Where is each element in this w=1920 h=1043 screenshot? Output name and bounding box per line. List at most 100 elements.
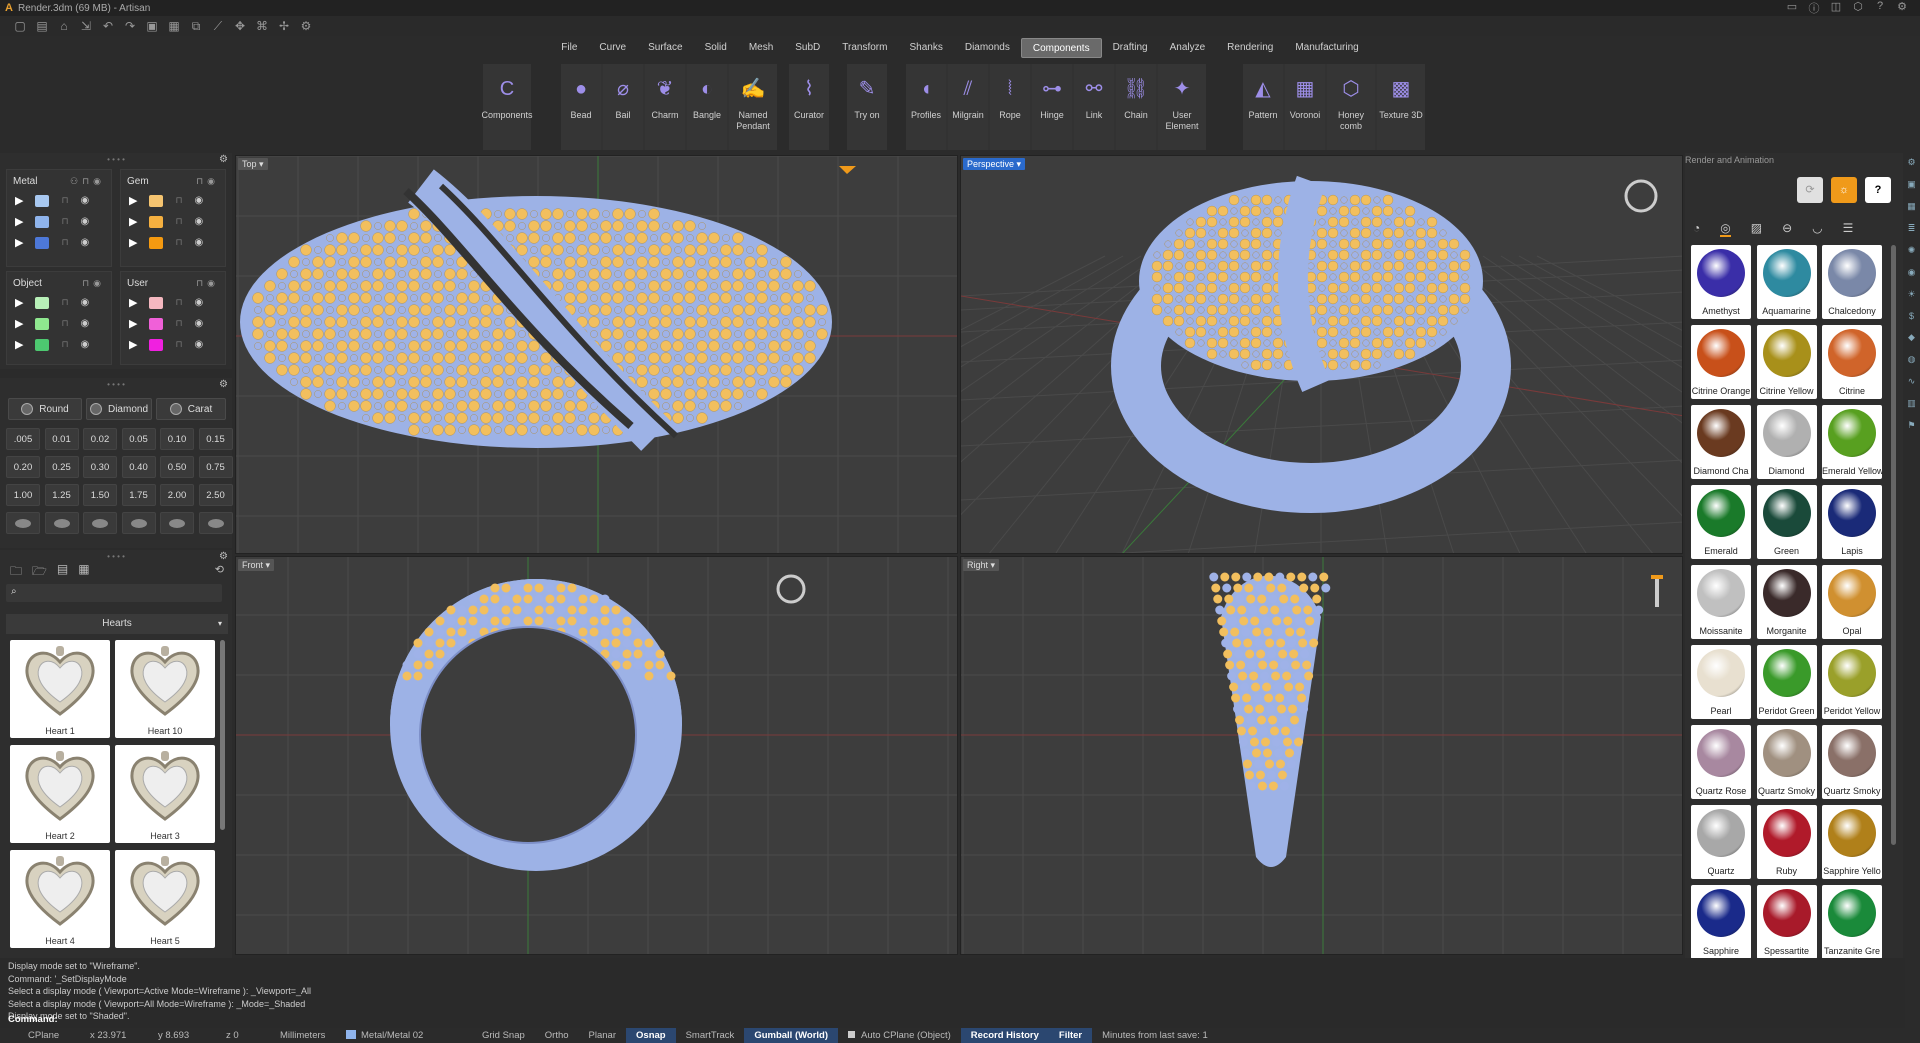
material-swatch[interactable]: Sapphire Yello: [1822, 805, 1882, 879]
menu-solid[interactable]: Solid: [694, 38, 738, 58]
ribbon-bangle-button[interactable]: ◐ Bangle: [687, 64, 727, 150]
material-swatch[interactable]: Quartz Smoky: [1822, 725, 1882, 799]
play-icon[interactable]: ▶: [15, 296, 23, 309]
status-toggle-osnap[interactable]: Osnap: [626, 1028, 676, 1043]
eye-icon[interactable]: ◉: [81, 339, 90, 350]
viewport-label-right[interactable]: Right ▾: [963, 559, 1000, 571]
lock-icon[interactable]: ⊓: [175, 216, 182, 227]
light-icon[interactable]: ✺: [1908, 245, 1916, 256]
material-swatch[interactable]: Quartz: [1691, 805, 1751, 879]
layer-row[interactable]: ▶ ⊓ ◉: [7, 232, 111, 253]
grid-icon[interactable]: ▦: [1907, 201, 1916, 212]
tab-materials-icon[interactable]: ◎: [1720, 221, 1731, 237]
material-swatch[interactable]: Tanzanite Gre: [1822, 885, 1882, 958]
menu-analyze[interactable]: Analyze: [1159, 38, 1217, 58]
status-toggle-smarttrack[interactable]: SmartTrack: [676, 1028, 745, 1043]
ribbon-components-button[interactable]: C Components: [481, 64, 533, 150]
eye-icon[interactable]: ◉: [195, 339, 204, 350]
ribbon-voronoi-button[interactable]: ▦ Voronoi: [1285, 64, 1325, 150]
palette-icon[interactable]: ◍: [1908, 354, 1916, 365]
viewport-right[interactable]: Right ▾: [960, 556, 1683, 955]
play-icon[interactable]: ▶: [15, 338, 23, 351]
folder-edit-icon[interactable]: ▤: [57, 562, 68, 583]
minimize-icon[interactable]: ▭: [1784, 0, 1800, 16]
play-icon[interactable]: ▶: [129, 338, 137, 351]
material-swatch[interactable]: Quartz Rose: [1691, 725, 1751, 799]
play-icon[interactable]: ▶: [15, 317, 23, 330]
carat-size-button[interactable]: 1.75: [121, 484, 156, 506]
play-icon[interactable]: ▶: [15, 236, 23, 249]
lock-icon[interactable]: ⊓: [61, 318, 68, 329]
current-layer[interactable]: Metal/Metal 02: [336, 1028, 472, 1043]
menu-shanks[interactable]: Shanks: [898, 38, 953, 58]
library-scrollbar[interactable]: [220, 640, 225, 830]
library-item[interactable]: Heart 10: [115, 640, 215, 738]
material-swatch[interactable]: Diamond Cha: [1691, 405, 1751, 479]
layer-color-swatch[interactable]: [35, 236, 50, 249]
ribbon-hinge-button[interactable]: ⊶ Hinge: [1032, 64, 1072, 150]
settings-icon[interactable]: ⚙: [1894, 0, 1910, 16]
menu-file[interactable]: File: [550, 38, 588, 58]
play-icon[interactable]: ▶: [129, 194, 137, 207]
carat-size-button[interactable]: 0.25: [44, 456, 79, 478]
library-search-input[interactable]: ⌕: [6, 584, 222, 602]
gem-type-round-button[interactable]: Round: [8, 398, 82, 420]
status-toggle-filter[interactable]: Filter: [1048, 1028, 1093, 1043]
eye-icon[interactable]: ◉: [195, 216, 204, 227]
lock-icon[interactable]: ⊓: [61, 237, 68, 248]
material-swatch[interactable]: Quartz Smoky: [1756, 725, 1817, 799]
menu-manufacturing[interactable]: Manufacturing: [1284, 38, 1369, 58]
material-swatch[interactable]: Moissanite: [1691, 565, 1751, 639]
ribbon-profiles-button[interactable]: ◖ Profiles: [906, 64, 946, 150]
layer-color-swatch[interactable]: [149, 317, 164, 330]
library-item[interactable]: Heart 4: [10, 850, 110, 948]
box-icon[interactable]: ◫: [1828, 0, 1844, 16]
carat-size-button[interactable]: 1.00: [6, 484, 40, 506]
layer-row[interactable]: ▶ ⊓ ◉: [7, 190, 111, 211]
info-icon[interactable]: ⓘ: [1806, 0, 1822, 16]
carat-size-button[interactable]: 0.01: [44, 428, 79, 450]
pick-icon[interactable]: ✥: [230, 18, 250, 34]
lock-icon[interactable]: ⊓: [61, 339, 68, 350]
eye-icon[interactable]: ◉: [195, 318, 204, 329]
refresh-icon[interactable]: ⟲: [215, 563, 224, 576]
render-sun-button[interactable]: ☼: [1831, 177, 1857, 203]
cut-shape-button[interactable]: [121, 512, 156, 534]
layer-color-swatch[interactable]: [35, 194, 50, 207]
bars-icon[interactable]: ▥: [1907, 398, 1916, 409]
layer-color-swatch[interactable]: [35, 215, 50, 228]
measure-icon[interactable]: ⟋: [208, 18, 228, 34]
cut-shape-button[interactable]: [198, 512, 233, 534]
camera-icon[interactable]: ◉: [1908, 267, 1916, 278]
viewport-top[interactable]: Top ▾: [235, 155, 958, 554]
carat-size-button[interactable]: 0.40: [121, 456, 156, 478]
material-swatch[interactable]: Emerald: [1691, 485, 1751, 559]
status-toggle-planar[interactable]: Planar: [579, 1028, 626, 1043]
layer-tools-icon[interactable]: ⊓◉: [196, 278, 219, 288]
grid-view-icon[interactable]: ▦: [78, 562, 89, 583]
cut-shape-button[interactable]: [6, 512, 40, 534]
ribbon-charm-button[interactable]: ❦ Charm: [645, 64, 685, 150]
render-refresh-button[interactable]: ⟳: [1797, 177, 1823, 203]
menu-curve[interactable]: Curve: [588, 38, 637, 58]
transform-icon[interactable]: ⌘: [252, 18, 272, 34]
viewport-label-perspective[interactable]: Perspective ▾: [963, 158, 1026, 170]
carat-size-button[interactable]: 0.30: [83, 456, 117, 478]
material-swatch[interactable]: Peridot Yellow: [1822, 645, 1882, 719]
layer-color-swatch[interactable]: [149, 338, 164, 351]
carat-size-button[interactable]: 0.05: [121, 428, 156, 450]
material-swatch[interactable]: Aquamarine: [1756, 245, 1817, 319]
cut-shape-button[interactable]: [83, 512, 117, 534]
play-icon[interactable]: ▶: [15, 194, 23, 207]
lock-icon[interactable]: ⊓: [175, 195, 182, 206]
library-category-dropdown[interactable]: Hearts ▾: [6, 614, 228, 634]
layer-color-swatch[interactable]: [149, 296, 164, 309]
carat-size-button[interactable]: 1.25: [44, 484, 79, 506]
gear-icon[interactable]: ⚙: [219, 551, 228, 562]
eye-icon[interactable]: ◉: [195, 195, 204, 206]
status-toggle-auto-cplane-object-[interactable]: Auto CPlane (Object): [838, 1028, 961, 1043]
menu-surface[interactable]: Surface: [637, 38, 693, 58]
layer-tools-icon[interactable]: ⊓◉: [196, 176, 219, 186]
play-icon[interactable]: ▶: [129, 296, 137, 309]
material-swatch[interactable]: Citrine Yellow: [1756, 325, 1817, 399]
